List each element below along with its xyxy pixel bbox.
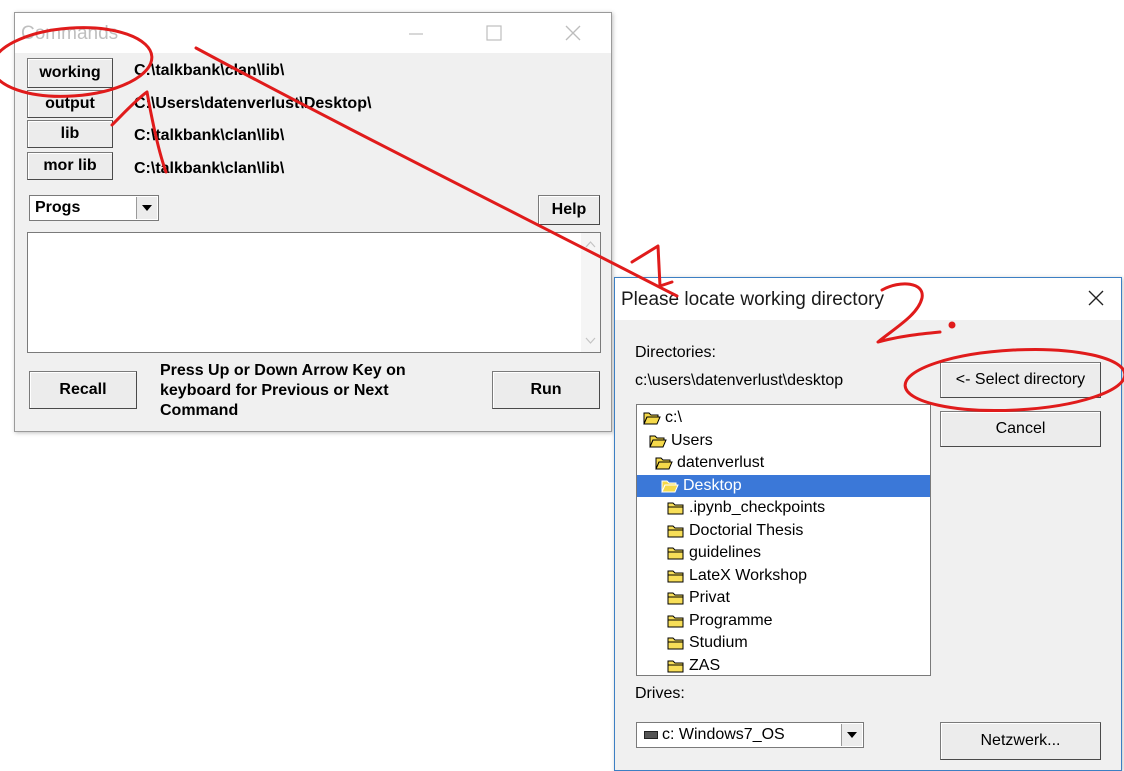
tree-item[interactable]: LateX Workshop (637, 565, 930, 587)
mor-lib-button[interactable]: mor lib (27, 152, 113, 180)
lib-path: C:\talkbank\clan\lib\ (134, 127, 285, 144)
tree-item[interactable]: guidelines (637, 542, 930, 564)
tree-item[interactable]: ZAS (637, 655, 930, 676)
tree-item[interactable]: .ipynb_checkpoints (637, 497, 930, 519)
mor-lib-path: C:\talkbank\clan\lib\ (134, 160, 285, 177)
tree-item[interactable]: Users (637, 430, 930, 452)
close-icon (565, 25, 581, 41)
open-folder-icon (649, 435, 667, 447)
tree-item[interactable]: c:\ (637, 407, 930, 429)
locate-directory-dialog: Please locate working directory Director… (614, 277, 1122, 771)
progs-value: Progs (35, 199, 81, 216)
tree-item-label: c:\ (665, 409, 682, 426)
run-button[interactable]: Run (492, 371, 600, 409)
progs-dropdown[interactable]: Progs (29, 195, 159, 221)
recall-button[interactable]: Recall (29, 371, 137, 409)
tree-item-label: Programme (689, 611, 773, 629)
select-directory-button[interactable]: <- Select directory (940, 362, 1101, 398)
directories-label: Directories: (635, 344, 716, 361)
title-bar: Commands (15, 13, 611, 53)
close-button[interactable] (551, 13, 596, 53)
hint-text: Press Up or Down Arrow Key on keyboard f… (160, 362, 406, 419)
window-title: Commands (21, 23, 119, 44)
tree-item-label: Studium (689, 634, 748, 651)
drives-dropdown[interactable]: c: Windows7_OS (636, 722, 864, 748)
drive-value: c: Windows7_OS (662, 726, 785, 743)
help-button[interactable]: Help (538, 195, 600, 225)
dialog-close-button[interactable] (1073, 278, 1118, 318)
folder-icon (667, 660, 684, 672)
command-textarea[interactable] (27, 232, 601, 353)
folder-icon (667, 615, 684, 627)
chevron-down-icon[interactable] (841, 724, 862, 746)
commands-window: Commands working output lib mor lib C:\t… (14, 12, 612, 432)
tree-item[interactable]: Doctorial Thesis (637, 520, 930, 542)
tree-item-label: Desktop (683, 476, 742, 494)
scroll-up-icon[interactable] (581, 235, 600, 255)
open-folder-icon (643, 412, 661, 425)
maximize-button[interactable] (471, 13, 516, 53)
folder-icon (667, 525, 684, 537)
tree-item-label: LateX Workshop (689, 566, 807, 584)
close-icon (1088, 290, 1104, 306)
open-folder-icon (655, 457, 673, 470)
minimize-icon (409, 33, 423, 35)
directory-tree[interactable]: c:\ Users datenverlust Desktop .ipynb_checkp… (636, 404, 931, 676)
output-button[interactable]: output (27, 90, 113, 118)
folder-icon (667, 637, 684, 650)
drive-icon (644, 731, 658, 739)
tree-item[interactable]: Privat (637, 587, 930, 609)
drives-label: Drives: (635, 685, 685, 702)
tree-item-label: ZAS (689, 656, 721, 674)
scrollbar[interactable] (581, 233, 600, 352)
tree-item[interactable]: Studium (637, 632, 930, 654)
folder-icon (667, 570, 684, 582)
network-button[interactable]: Netzwerk... (940, 722, 1101, 760)
folder-icon (667, 592, 684, 605)
tree-item[interactable]: Programme (637, 610, 930, 632)
maximize-icon (486, 25, 502, 41)
tree-item-label: .ipynb_checkpoints (689, 499, 826, 516)
dialog-title-bar: Please locate working directory (615, 278, 1121, 320)
tree-item-label: datenverlust (677, 454, 765, 471)
scroll-down-icon[interactable] (581, 330, 600, 350)
tree-item-label: guidelines (689, 544, 762, 561)
cancel-button[interactable]: Cancel (940, 411, 1101, 447)
working-path: C:\talkbank\clan\lib\ (134, 62, 285, 79)
chevron-down-icon[interactable] (136, 197, 157, 219)
working-button[interactable]: working (27, 58, 113, 88)
minimize-button[interactable] (393, 13, 438, 53)
tree-item[interactable]: Desktop (637, 474, 930, 497)
folder-icon (667, 547, 684, 560)
tree-item-label: Users (671, 431, 713, 449)
folder-icon (667, 502, 684, 515)
dialog-title: Please locate working directory (621, 289, 884, 310)
open-folder-icon (661, 480, 679, 492)
tree-item-label: Doctorial Thesis (689, 521, 804, 539)
tree-item-label: Privat (689, 589, 730, 606)
output-path: C:\Users\datenverlust\Desktop\ (134, 95, 372, 112)
lib-button[interactable]: lib (27, 120, 113, 148)
current-path: c:\users\datenverlust\desktop (635, 372, 844, 389)
tree-item[interactable]: datenverlust (637, 452, 930, 474)
